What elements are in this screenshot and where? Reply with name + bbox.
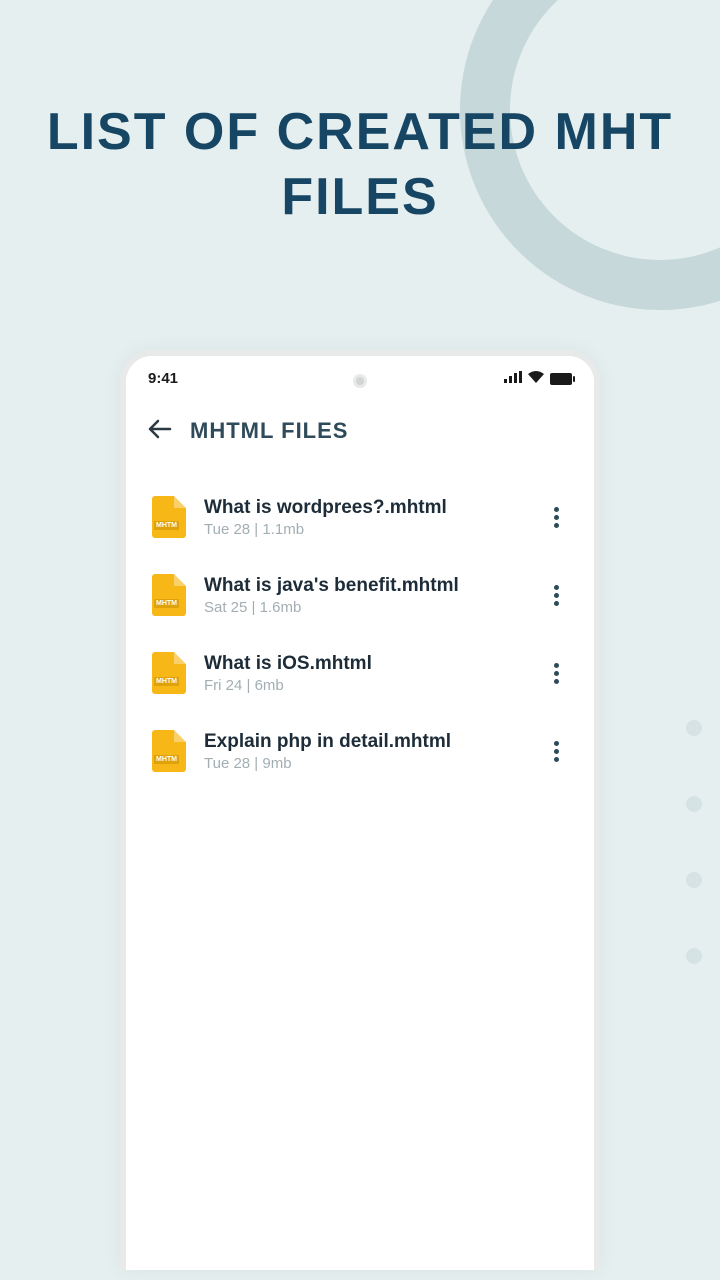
file-meta: Fri 24 | 6mb: [204, 677, 526, 694]
file-icon: MHTM: [152, 574, 186, 616]
phone-frame: 9:41 MHTML FILES MHTM: [120, 350, 600, 1270]
file-menu-button[interactable]: [544, 739, 568, 763]
app-header: MHTML FILES: [126, 395, 594, 460]
file-name: What is iOS.mhtml: [204, 653, 526, 675]
file-meta: Sat 25 | 1.6mb: [204, 599, 526, 616]
background-dots: [686, 720, 702, 1024]
battery-icon: [550, 373, 572, 385]
status-time: 9:41: [148, 370, 178, 387]
file-name: Explain php in detail.mhtml: [204, 731, 526, 753]
file-item[interactable]: MHTM Explain php in detail.mhtml Tue 28 …: [146, 712, 574, 790]
file-name: What is java's benefit.mhtml: [204, 575, 526, 597]
signal-icon: [504, 370, 522, 387]
phone-screen: 9:41 MHTML FILES MHTM: [126, 356, 594, 1270]
file-name: What is wordprees?.mhtml: [204, 497, 526, 519]
file-meta: Tue 28 | 9mb: [204, 755, 526, 772]
file-icon: MHTM: [152, 730, 186, 772]
file-menu-button[interactable]: [544, 583, 568, 607]
file-menu-button[interactable]: [544, 661, 568, 685]
file-item[interactable]: MHTM What is java's benefit.mhtml Sat 25…: [146, 556, 574, 634]
back-button[interactable]: [148, 415, 172, 446]
file-text: What is java's benefit.mhtml Sat 25 | 1.…: [204, 575, 526, 616]
file-text: What is wordprees?.mhtml Tue 28 | 1.1mb: [204, 497, 526, 538]
status-icons: [504, 370, 572, 387]
file-item[interactable]: MHTM What is wordprees?.mhtml Tue 28 | 1…: [146, 478, 574, 556]
file-text: Explain php in detail.mhtml Tue 28 | 9mb: [204, 731, 526, 772]
file-item[interactable]: MHTM What is iOS.mhtml Fri 24 | 6mb: [146, 634, 574, 712]
file-icon: MHTM: [152, 496, 186, 538]
header-title: MHTML FILES: [190, 418, 348, 444]
file-meta: Tue 28 | 1.1mb: [204, 521, 526, 538]
file-list: MHTM What is wordprees?.mhtml Tue 28 | 1…: [126, 460, 594, 808]
wifi-icon: [528, 370, 544, 387]
file-icon: MHTM: [152, 652, 186, 694]
phone-notch: [353, 374, 367, 388]
promo-title: LIST OF CREATED MHT FILES: [0, 100, 720, 230]
file-text: What is iOS.mhtml Fri 24 | 6mb: [204, 653, 526, 694]
file-menu-button[interactable]: [544, 505, 568, 529]
